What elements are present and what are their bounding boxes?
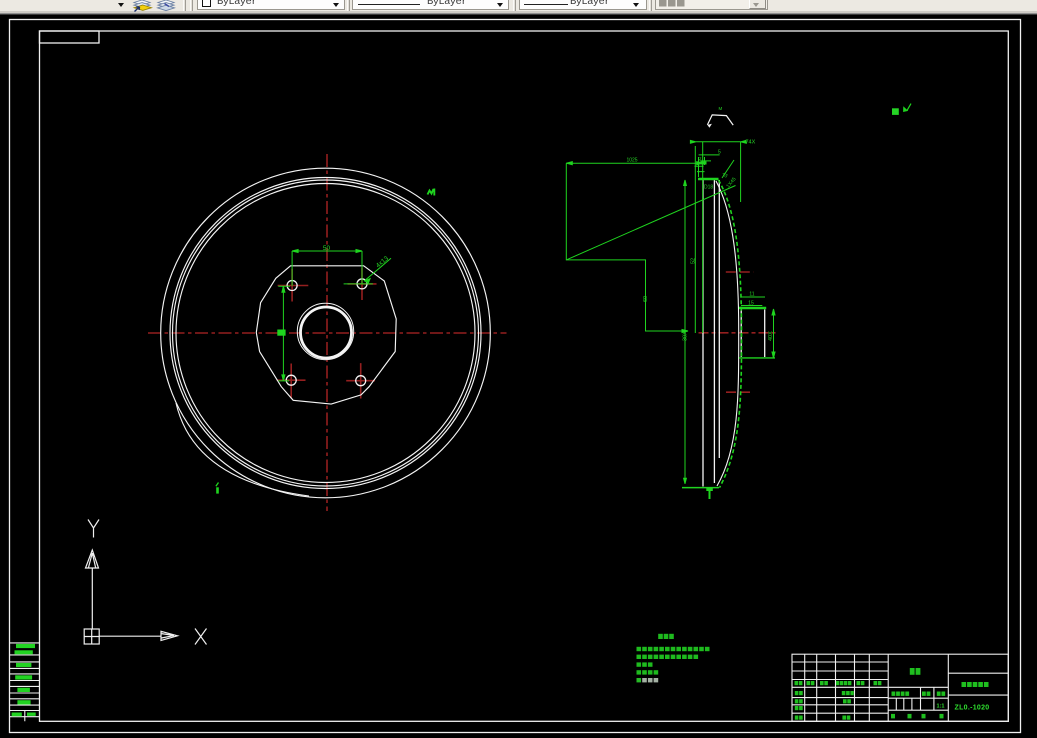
svg-text:1025: 1025: [626, 158, 637, 164]
svg-text:D18: D18: [704, 185, 713, 191]
svg-text:50: 50: [323, 245, 331, 252]
svg-text:30X: 30X: [683, 331, 689, 341]
svg-text:4x13: 4x13: [375, 255, 391, 270]
svg-text:52: 52: [691, 258, 697, 264]
svg-text:74X: 74X: [746, 140, 756, 146]
svg-text:2: 2: [699, 156, 702, 161]
svg-text:45: 45: [721, 171, 729, 179]
svg-text:11: 11: [749, 292, 754, 298]
svg-text:40X: 40X: [768, 331, 774, 341]
svg-text:M: M: [719, 106, 723, 111]
svg-text:ZL0.-1020: ZL0.-1020: [955, 705, 990, 712]
svg-text:1:1: 1:1: [937, 703, 945, 709]
svg-text:1X45: 1X45: [725, 176, 737, 189]
svg-text:15: 15: [748, 300, 754, 306]
svg-text:5: 5: [718, 150, 721, 156]
svg-text:60: 60: [643, 296, 649, 302]
